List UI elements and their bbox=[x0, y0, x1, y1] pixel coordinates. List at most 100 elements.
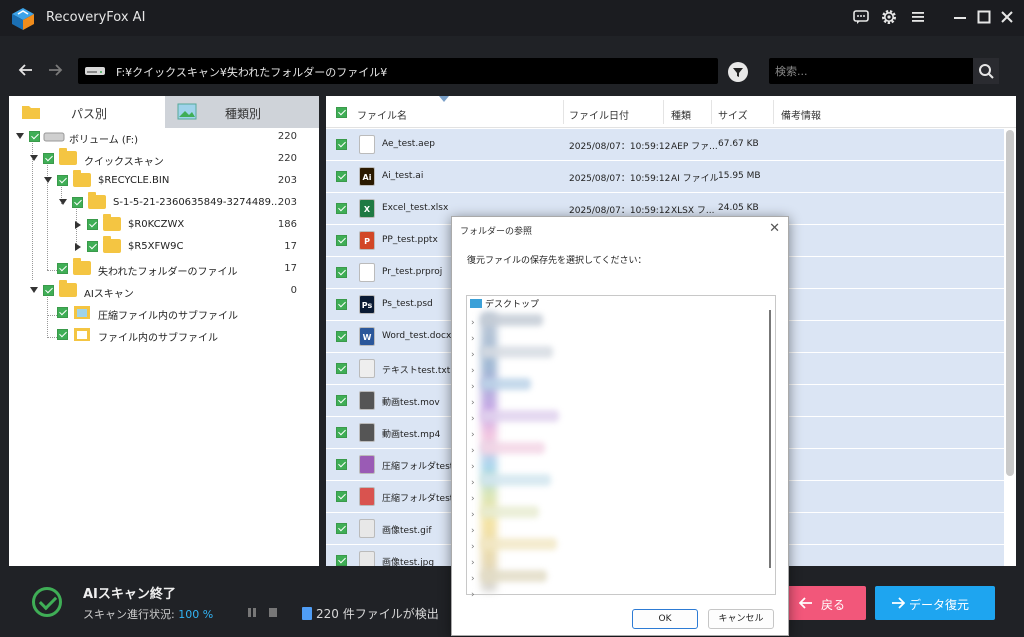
file-list-scrollbar[interactable] bbox=[1006, 130, 1014, 476]
forward-arrow-icon[interactable] bbox=[47, 62, 63, 78]
folder-browse-dialog: フォルダーの参照 ✕ 復元ファイルの保存先を選択してください： デスクトップ ›… bbox=[451, 216, 789, 636]
column-header-type[interactable]: 種類 bbox=[671, 107, 691, 122]
tree-item-archive-subfiles[interactable]: 圧縮ファイル内のサブファイル bbox=[9, 304, 309, 324]
checkbox[interactable] bbox=[43, 153, 54, 164]
back-arrow-icon[interactable] bbox=[18, 62, 34, 78]
tree-item-recycle-bin[interactable]: $RECYCLE.BIN 203 bbox=[9, 170, 309, 192]
gear-icon[interactable] bbox=[880, 8, 898, 26]
maximize-icon[interactable] bbox=[975, 8, 993, 26]
chat-icon[interactable] bbox=[852, 8, 870, 26]
table-row[interactable]: Ai Ai_test.ai 2025/08/07：10:59:12 AI ファイル 15… bbox=[326, 161, 1004, 193]
expand-chevron-icon[interactable]: › bbox=[471, 510, 475, 520]
row-checkbox[interactable] bbox=[336, 139, 347, 150]
table-row[interactable]: Ae_test.aep 2025/08/07：10:59:12 AEP ファ... 6… bbox=[326, 129, 1004, 161]
row-checkbox[interactable] bbox=[336, 363, 347, 374]
expand-chevron-icon[interactable]: › bbox=[471, 462, 475, 472]
expand-chevron-icon[interactable]: › bbox=[471, 494, 475, 504]
checkbox[interactable] bbox=[87, 219, 98, 230]
caret-down-icon[interactable] bbox=[44, 177, 52, 183]
checkbox[interactable] bbox=[29, 131, 40, 142]
close-icon[interactable] bbox=[998, 8, 1016, 26]
search-button[interactable] bbox=[973, 58, 999, 84]
row-checkbox[interactable] bbox=[336, 203, 347, 214]
expand-chevron-icon[interactable]: › bbox=[471, 334, 475, 344]
zip-icon bbox=[359, 487, 375, 506]
column-header-date[interactable]: ファイル日付 bbox=[569, 107, 629, 122]
row-checkbox[interactable] bbox=[336, 299, 347, 310]
recover-button[interactable]: データ復元 bbox=[875, 586, 995, 620]
row-checkbox[interactable] bbox=[336, 267, 347, 278]
row-checkbox[interactable] bbox=[336, 427, 347, 438]
checkbox[interactable] bbox=[72, 197, 83, 208]
checkbox[interactable] bbox=[57, 329, 68, 340]
expand-chevron-icon[interactable]: › bbox=[471, 430, 475, 440]
pause-icon[interactable] bbox=[247, 607, 257, 618]
checkbox[interactable] bbox=[57, 307, 68, 318]
expand-chevron-icon[interactable]: › bbox=[471, 446, 475, 456]
ok-button[interactable]: OK bbox=[632, 609, 698, 629]
expand-chevron-icon[interactable]: › bbox=[471, 574, 475, 584]
expand-chevron-icon[interactable]: › bbox=[471, 542, 475, 552]
row-checkbox[interactable] bbox=[336, 523, 347, 534]
tree-item-r0kczwx[interactable]: $R0KCZWX 186 bbox=[9, 214, 309, 236]
dialog-scrollbar[interactable] bbox=[769, 310, 771, 568]
caret-down-icon[interactable] bbox=[30, 287, 38, 293]
expand-chevron-icon[interactable]: › bbox=[471, 414, 475, 424]
checkbox[interactable] bbox=[57, 263, 68, 274]
tree-item-quick-scan[interactable]: クイックスキャン 220 bbox=[9, 148, 309, 170]
tab-by-type[interactable]: 種類別 bbox=[165, 96, 319, 128]
expand-chevron-icon[interactable]: › bbox=[471, 526, 475, 536]
search-input[interactable] bbox=[775, 62, 969, 80]
row-checkbox[interactable] bbox=[336, 491, 347, 502]
tree-item-r5xfw9c[interactable]: $R5XFW9C 17 bbox=[9, 236, 309, 258]
stop-icon[interactable] bbox=[268, 607, 278, 618]
row-checkbox[interactable] bbox=[336, 395, 347, 406]
row-checkbox[interactable] bbox=[336, 459, 347, 470]
dialog-close-icon[interactable]: ✕ bbox=[769, 221, 780, 236]
row-checkbox[interactable] bbox=[336, 331, 347, 342]
checkbox[interactable] bbox=[87, 241, 98, 252]
expand-chevron-icon[interactable]: › bbox=[471, 350, 475, 360]
row-checkbox[interactable] bbox=[336, 235, 347, 246]
expand-chevron-icon[interactable]: › bbox=[471, 366, 475, 376]
document-icon bbox=[302, 607, 312, 620]
caret-down-icon[interactable] bbox=[16, 133, 24, 139]
expand-chevron-icon[interactable]: › bbox=[471, 398, 475, 408]
folder-icon bbox=[59, 148, 77, 165]
column-header-size[interactable]: サイズ bbox=[718, 107, 748, 122]
filter-button[interactable] bbox=[728, 62, 748, 82]
column-header-notes[interactable]: 備考情報 bbox=[781, 107, 821, 122]
checkbox[interactable] bbox=[43, 285, 54, 296]
folder-tree-view[interactable]: デスクトップ › › › › › › › › › › › › › › › › › › bbox=[466, 295, 776, 600]
powerpoint-icon: P bbox=[359, 231, 375, 250]
tree-item-ai-scan[interactable]: AIスキャン 0 bbox=[9, 280, 309, 302]
minimize-icon[interactable] bbox=[951, 8, 969, 26]
caret-down-icon[interactable] bbox=[59, 199, 67, 205]
tab-by-path[interactable]: パス別 bbox=[9, 96, 165, 128]
expand-chevron-icon[interactable]: › bbox=[471, 478, 475, 488]
tree-item-lost-folder-files[interactable]: 失われたフォルダーのファイル 17 bbox=[9, 258, 309, 280]
file-date: 2025/08/07：10:59:12 bbox=[569, 174, 671, 184]
path-bar[interactable]: F:¥クイックスキャン¥失われたフォルダーのファイル¥ bbox=[78, 58, 718, 84]
file-name: Ae_test.aep bbox=[382, 139, 435, 149]
expand-chevron-icon[interactable]: › bbox=[471, 558, 475, 568]
menu-icon[interactable] bbox=[909, 8, 927, 26]
cancel-button[interactable]: キャンセル bbox=[708, 609, 774, 629]
back-button[interactable]: 戻る bbox=[787, 586, 866, 620]
column-header-name[interactable]: ファイル名 bbox=[357, 107, 407, 122]
tree-item-volume[interactable]: ボリューム (F:) 220 bbox=[9, 128, 309, 148]
caret-down-icon[interactable] bbox=[30, 155, 38, 161]
row-checkbox[interactable] bbox=[336, 555, 347, 566]
caret-right-icon[interactable] bbox=[75, 221, 81, 229]
expand-chevron-icon[interactable]: › bbox=[471, 318, 475, 328]
row-checkbox[interactable] bbox=[336, 171, 347, 182]
checkbox[interactable] bbox=[57, 175, 68, 186]
tree-item-sid-folder[interactable]: S-1-5-21-2360635849-3274489... 203 bbox=[9, 192, 309, 214]
caret-right-icon[interactable] bbox=[75, 243, 81, 251]
tree-item-file-subfiles[interactable]: ファイル内のサブファイル bbox=[9, 326, 309, 346]
expand-chevron-icon[interactable]: › bbox=[471, 382, 475, 392]
select-all-checkbox[interactable] bbox=[336, 107, 347, 118]
excel-icon: X bbox=[359, 199, 375, 218]
desktop-node[interactable]: デスクトップ bbox=[470, 297, 539, 310]
expand-chevron-icon[interactable]: › bbox=[471, 590, 475, 600]
